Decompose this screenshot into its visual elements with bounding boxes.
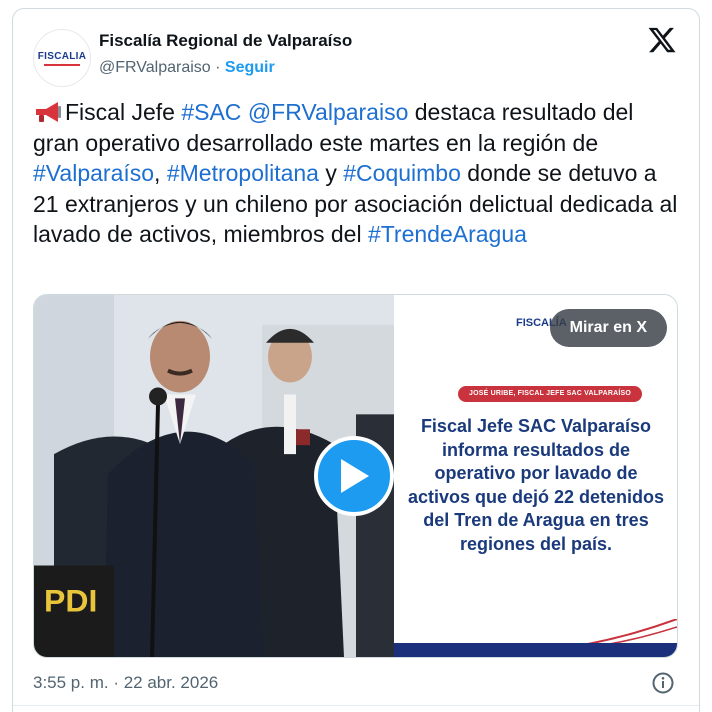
tweet-text: Fiscal Jefe #SAC @FRValparaiso destaca r…: [33, 97, 683, 250]
megaphone-icon: [36, 102, 61, 122]
author-handle[interactable]: @FRValparaiso: [99, 59, 211, 76]
mention-link[interactable]: @FRValparaiso: [248, 99, 409, 125]
pdi-sign-text: PDI: [44, 582, 97, 618]
tweet-text-segment: y: [318, 160, 344, 186]
tweet-card: FISCALIA Fiscalía Regional de Valparaíso…: [12, 8, 700, 712]
avatar-logo-stripe: [44, 63, 80, 66]
hashtag-link[interactable]: #Coquimbo: [343, 160, 461, 186]
tweet-text-segment: ,: [154, 160, 167, 186]
avatar-logo-text: FISCALIA: [37, 50, 87, 62]
video-byline: JOSÉ URIBE, FISCAL JEFE SAC VALPARAÍSO: [458, 386, 642, 402]
tweet-timestamp[interactable]: 3:55 p. m. · 22 abr. 2026: [33, 673, 218, 693]
follow-button[interactable]: Seguir: [225, 59, 275, 76]
x-logo-icon[interactable]: [647, 25, 677, 55]
tweet-text-segment: Fiscal Jefe: [65, 99, 182, 125]
hashtag-link[interactable]: #Metropolitana: [167, 160, 319, 186]
hashtag-link[interactable]: #Valparaíso: [33, 160, 154, 186]
author-name[interactable]: Fiscalía Regional de Valparaíso: [99, 31, 352, 51]
video-headline: Fiscal Jefe SAC Valparaíso informa resul…: [407, 416, 665, 554]
play-icon: [341, 459, 369, 493]
avatar[interactable]: FISCALIA: [33, 29, 91, 87]
video-info-panel: FISCALÍA JOSÉ URIBE, FISCAL JEFE SAC VAL…: [394, 295, 677, 657]
info-icon[interactable]: [651, 671, 675, 695]
author-meta: @FRValparaiso · Seguir: [99, 59, 275, 77]
panel-bottom-bar: [394, 643, 677, 657]
hashtag-link[interactable]: #TrendeAragua: [368, 221, 527, 247]
hashtag-link[interactable]: #SAC: [181, 99, 241, 125]
tweet-body: Fiscal Jefe #SAC @FRValparaiso destaca r…: [33, 99, 677, 247]
meta-separator: ·: [210, 59, 225, 76]
watch-on-x-button[interactable]: Mirar en X: [549, 309, 667, 347]
video-player[interactable]: PDI FISCALÍA JOSÉ URIBE, FISCAL JEFE SAC…: [33, 294, 678, 658]
play-button[interactable]: [314, 436, 394, 516]
footer-divider: [13, 705, 699, 706]
